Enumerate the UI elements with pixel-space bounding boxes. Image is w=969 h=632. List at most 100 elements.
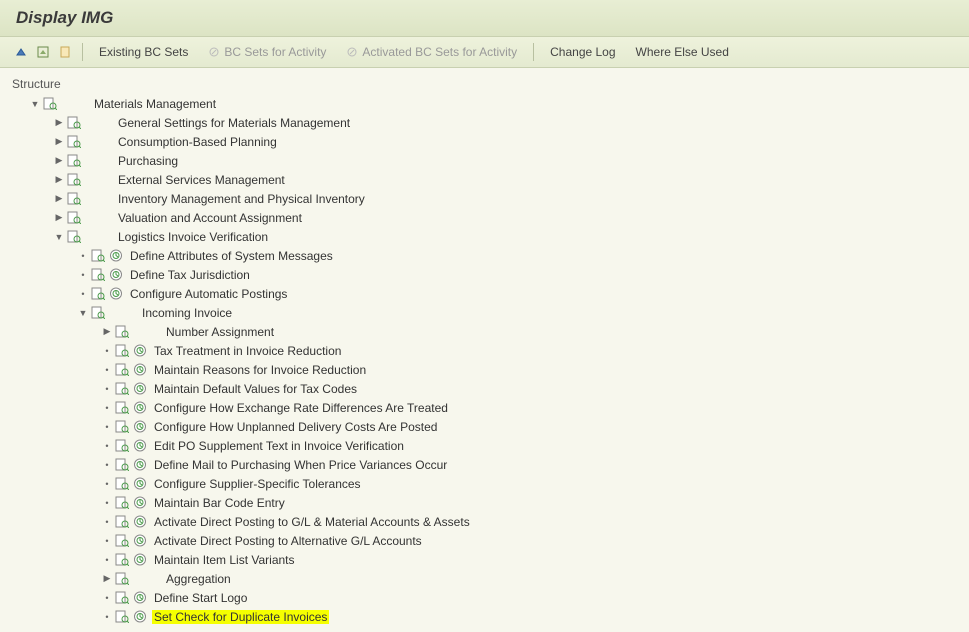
where-else-used-button[interactable]: Where Else Used <box>628 43 737 61</box>
expand-icon[interactable]: ▶ <box>52 116 66 130</box>
execute-icon[interactable] <box>132 610 148 624</box>
tree-node[interactable]: • Configure How Unplanned Delivery Costs… <box>0 417 969 436</box>
node-label[interactable]: Configure How Exchange Rate Differences … <box>152 401 448 415</box>
node-label[interactable]: Maintain Reasons for Invoice Reduction <box>152 363 366 377</box>
tree-node[interactable]: • Edit PO Supplement Text in Invoice Ver… <box>0 436 969 455</box>
expand-icon[interactable]: ▶ <box>52 211 66 225</box>
expand-all-icon[interactable] <box>12 43 30 61</box>
tree-node[interactable]: ▶ General Settings for Materials Managem… <box>0 113 969 132</box>
node-label[interactable]: Define Attributes of System Messages <box>128 249 333 263</box>
execute-icon[interactable] <box>132 591 148 605</box>
tree-node[interactable]: • Configure Supplier-Specific Tolerances <box>0 474 969 493</box>
node-label[interactable]: Define Tax Jurisdiction <box>128 268 250 282</box>
node-label[interactable]: Configure How Unplanned Delivery Costs A… <box>152 420 437 434</box>
tree-node[interactable]: • Configure How Exchange Rate Difference… <box>0 398 969 417</box>
tree-node[interactable]: ▶ Purchasing <box>0 151 969 170</box>
doc-icon[interactable] <box>66 116 82 130</box>
execute-icon[interactable] <box>132 534 148 548</box>
execute-icon[interactable] <box>132 496 148 510</box>
doc-icon[interactable] <box>114 401 130 415</box>
tree-node[interactable]: • Activate Direct Posting to G/L & Mater… <box>0 512 969 531</box>
doc-icon[interactable] <box>90 306 106 320</box>
execute-icon[interactable] <box>132 344 148 358</box>
collapse-icon[interactable]: ▼ <box>76 306 90 320</box>
doc-icon[interactable] <box>90 268 106 282</box>
tree-node[interactable]: ▶ Consumption-Based Planning <box>0 132 969 151</box>
doc-icon[interactable] <box>42 97 58 111</box>
find-icon[interactable] <box>56 43 74 61</box>
existing-bc-sets-button[interactable]: Existing BC Sets <box>91 43 196 61</box>
doc-icon[interactable] <box>114 477 130 491</box>
execute-icon[interactable] <box>108 268 124 282</box>
execute-icon[interactable] <box>108 287 124 301</box>
tree-node[interactable]: ▶ Inventory Management and Physical Inve… <box>0 189 969 208</box>
doc-icon[interactable] <box>66 135 82 149</box>
bc-sets-activity-button[interactable]: BC Sets for Activity <box>200 43 334 61</box>
doc-icon[interactable] <box>114 496 130 510</box>
node-label[interactable]: Maintain Bar Code Entry <box>152 496 285 510</box>
doc-icon[interactable] <box>114 363 130 377</box>
doc-icon[interactable] <box>66 230 82 244</box>
expand-icon[interactable]: ▶ <box>52 173 66 187</box>
doc-icon[interactable] <box>114 420 130 434</box>
tree-node[interactable]: • Maintain Default Values for Tax Codes <box>0 379 969 398</box>
doc-icon[interactable] <box>66 173 82 187</box>
expand-icon[interactable]: ▶ <box>52 135 66 149</box>
expand-icon[interactable]: ▶ <box>52 154 66 168</box>
node-label[interactable]: Edit PO Supplement Text in Invoice Verif… <box>152 439 404 453</box>
tree-node[interactable]: • Define Start Logo <box>0 588 969 607</box>
execute-icon[interactable] <box>132 382 148 396</box>
node-label[interactable]: Activate Direct Posting to Alternative G… <box>152 534 422 548</box>
tree-node[interactable]: ▶ Aggregation <box>0 569 969 588</box>
expand-icon[interactable]: ▶ <box>100 572 114 586</box>
execute-icon[interactable] <box>132 515 148 529</box>
doc-icon[interactable] <box>66 211 82 225</box>
collapse-icon[interactable]: ▼ <box>28 97 42 111</box>
node-label[interactable]: Maintain Item List Variants <box>152 553 295 567</box>
doc-icon[interactable] <box>90 287 106 301</box>
execute-icon[interactable] <box>108 249 124 263</box>
doc-icon[interactable] <box>114 458 130 472</box>
tree-node-incoming[interactable]: ▼ Incoming Invoice <box>0 303 969 322</box>
doc-icon[interactable] <box>114 610 130 624</box>
expand-icon[interactable]: ▶ <box>100 325 114 339</box>
tree-node-root[interactable]: ▼ Materials Management <box>0 94 969 113</box>
tree-node[interactable]: • Maintain Bar Code Entry <box>0 493 969 512</box>
tree-node[interactable]: ▶ Valuation and Account Assignment <box>0 208 969 227</box>
tree-node[interactable]: • Configure Automatic Postings <box>0 284 969 303</box>
tree-node[interactable]: • Tax Treatment in Invoice Reduction <box>0 341 969 360</box>
execute-icon[interactable] <box>132 420 148 434</box>
doc-icon[interactable] <box>114 515 130 529</box>
collapse-subtree-icon[interactable] <box>34 43 52 61</box>
tree-node[interactable]: • Activate Direct Posting to Alternative… <box>0 531 969 550</box>
node-label[interactable]: Tax Treatment in Invoice Reduction <box>152 344 341 358</box>
collapse-icon[interactable]: ▼ <box>52 230 66 244</box>
node-label[interactable]: Maintain Default Values for Tax Codes <box>152 382 357 396</box>
activated-bc-sets-button[interactable]: Activated BC Sets for Activity <box>338 43 525 61</box>
doc-icon[interactable] <box>114 439 130 453</box>
execute-icon[interactable] <box>132 363 148 377</box>
node-label-highlighted[interactable]: Set Check for Duplicate Invoices <box>152 610 329 624</box>
execute-icon[interactable] <box>132 477 148 491</box>
execute-icon[interactable] <box>132 439 148 453</box>
tree-node-set-check-duplicate[interactable]: • Set Check for Duplicate Invoices <box>0 607 969 626</box>
execute-icon[interactable] <box>132 401 148 415</box>
node-label[interactable]: Define Mail to Purchasing When Price Var… <box>152 458 447 472</box>
node-label[interactable]: Activate Direct Posting to G/L & Materia… <box>152 515 470 529</box>
tree-node-logistics[interactable]: ▼ Logistics Invoice Verification <box>0 227 969 246</box>
node-label[interactable]: Configure Supplier-Specific Tolerances <box>152 477 361 491</box>
doc-icon[interactable] <box>66 192 82 206</box>
tree-node[interactable]: • Maintain Item List Variants <box>0 550 969 569</box>
doc-icon[interactable] <box>114 382 130 396</box>
tree-node[interactable]: ▶ Number Assignment <box>0 322 969 341</box>
node-label[interactable]: Define Start Logo <box>152 591 247 605</box>
doc-icon[interactable] <box>114 534 130 548</box>
tree-node[interactable]: • Define Tax Jurisdiction <box>0 265 969 284</box>
doc-icon[interactable] <box>114 553 130 567</box>
tree-node[interactable]: ▶ External Services Management <box>0 170 969 189</box>
change-log-button[interactable]: Change Log <box>542 43 623 61</box>
node-label[interactable]: Configure Automatic Postings <box>128 287 287 301</box>
doc-icon[interactable] <box>90 249 106 263</box>
execute-icon[interactable] <box>132 458 148 472</box>
expand-icon[interactable]: ▶ <box>52 192 66 206</box>
